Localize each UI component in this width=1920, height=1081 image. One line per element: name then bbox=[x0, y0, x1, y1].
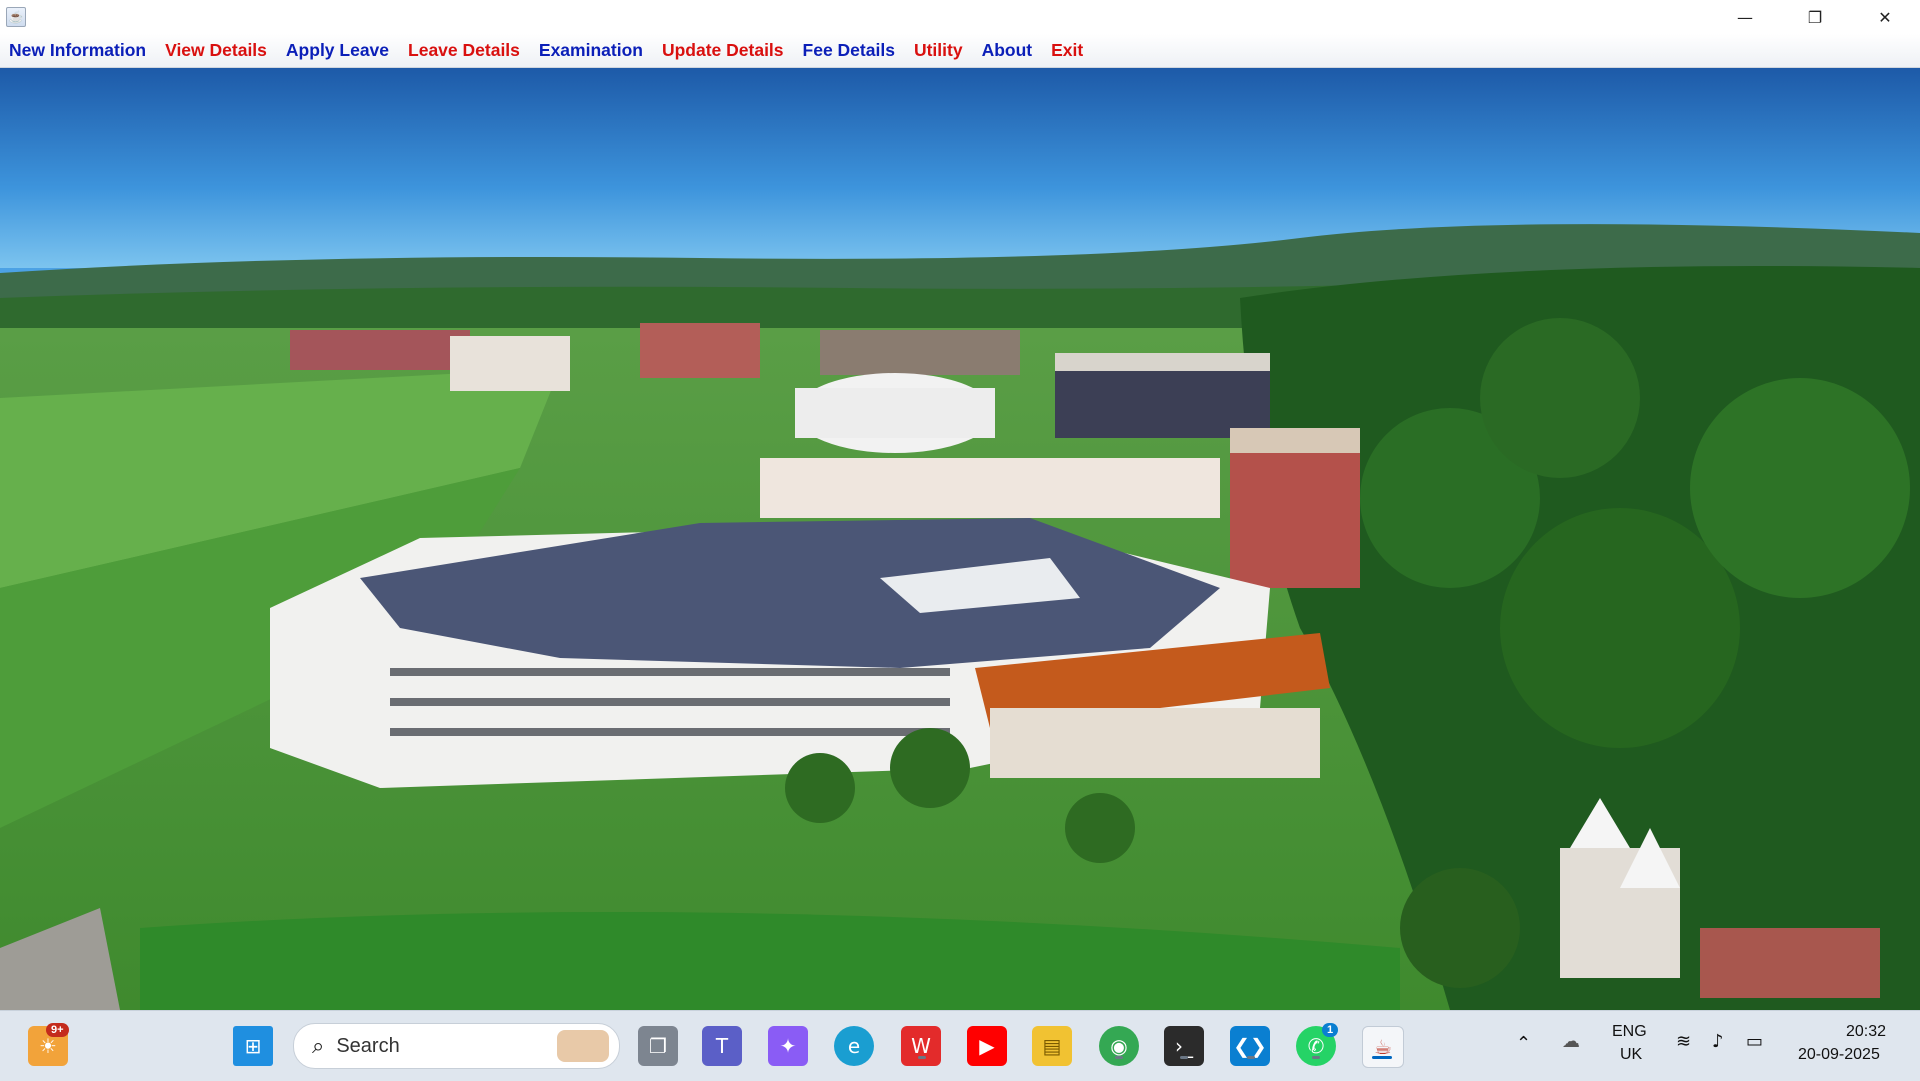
menu-fee-details[interactable]: Fee Details bbox=[803, 40, 895, 61]
window-controls: — ❐ ✕ bbox=[1710, 0, 1920, 34]
java-app-icon: ☕ bbox=[6, 7, 26, 27]
whatsapp-badge: 1 bbox=[1322, 1023, 1339, 1037]
menu-leave-details[interactable]: Leave Details bbox=[408, 40, 520, 61]
wps-icon[interactable]: W bbox=[901, 1026, 941, 1066]
running-indicator bbox=[1312, 1056, 1320, 1059]
menu-utility[interactable]: Utility bbox=[914, 40, 963, 61]
battery-icon[interactable]: ▭ bbox=[1746, 1031, 1763, 1052]
running-indicator bbox=[918, 1056, 926, 1059]
window-titlebar: ☕ — ❐ ✕ bbox=[0, 0, 1920, 34]
restore-button[interactable]: ❐ bbox=[1780, 0, 1850, 34]
running-indicator bbox=[1180, 1056, 1188, 1059]
onedrive-error-icon[interactable]: ☁ bbox=[1562, 1031, 1580, 1052]
menu-bar: New Information View Details Apply Leave… bbox=[0, 34, 1920, 68]
teams-icon[interactable]: T bbox=[702, 1026, 742, 1066]
input-region[interactable]: UK bbox=[1620, 1046, 1642, 1064]
search-placeholder: Search bbox=[336, 1034, 400, 1057]
clock-date[interactable]: 20-09-2025 bbox=[1798, 1046, 1880, 1064]
task-view-icon[interactable]: ❐ bbox=[638, 1026, 678, 1066]
chevron-up-icon[interactable]: ⌃ bbox=[1516, 1033, 1531, 1054]
running-indicator bbox=[1247, 1056, 1255, 1059]
menu-update-details[interactable]: Update Details bbox=[662, 40, 784, 61]
taskbar-search-box[interactable]: ⌕ Search bbox=[293, 1023, 620, 1069]
menu-apply-leave[interactable]: Apply Leave bbox=[286, 40, 389, 61]
java-icon[interactable]: ☕ bbox=[1362, 1026, 1404, 1068]
clock-time[interactable]: 20:32 bbox=[1846, 1023, 1886, 1041]
search-icon: ⌕ bbox=[312, 1033, 325, 1059]
menu-exit[interactable]: Exit bbox=[1051, 40, 1083, 61]
campus-illustration bbox=[0, 68, 1920, 1010]
minimize-button[interactable]: — bbox=[1710, 0, 1780, 34]
youtube-icon[interactable]: ▶ bbox=[967, 1026, 1007, 1066]
chrome-icon[interactable]: ◉ bbox=[1099, 1026, 1139, 1066]
edge-icon[interactable]: e bbox=[834, 1026, 874, 1066]
volume-icon[interactable]: ♪ bbox=[1712, 1031, 1724, 1052]
running-indicator bbox=[1115, 1056, 1123, 1059]
wifi-icon[interactable]: ≋ bbox=[1676, 1031, 1691, 1052]
terminal-icon[interactable]: ›_ bbox=[1164, 1026, 1204, 1066]
copilot-icon[interactable]: ✦ bbox=[768, 1026, 808, 1066]
menu-about[interactable]: About bbox=[982, 40, 1033, 61]
vscode-icon[interactable]: ❮❯ bbox=[1230, 1026, 1270, 1066]
windows-taskbar: ☀ 9+ ⊞ ⌕ Search ❐ T ✦ e W ▶ ▤ ◉ ›_ ❮❯ ✆ … bbox=[0, 1010, 1920, 1081]
campus-background-image bbox=[0, 68, 1920, 1010]
close-button[interactable]: ✕ bbox=[1850, 0, 1920, 34]
input-language[interactable]: ENG bbox=[1612, 1023, 1647, 1041]
red-panda-search-highlight-icon bbox=[557, 1030, 609, 1062]
menu-view-details[interactable]: View Details bbox=[165, 40, 267, 61]
file-explorer-icon[interactable]: ▤ bbox=[1032, 1026, 1072, 1066]
windows-start-icon[interactable]: ⊞ bbox=[233, 1026, 273, 1066]
active-app-indicator bbox=[1372, 1056, 1392, 1059]
menu-new-information[interactable]: New Information bbox=[9, 40, 146, 61]
widgets-badge: 9+ bbox=[46, 1023, 69, 1037]
menu-examination[interactable]: Examination bbox=[539, 40, 643, 61]
